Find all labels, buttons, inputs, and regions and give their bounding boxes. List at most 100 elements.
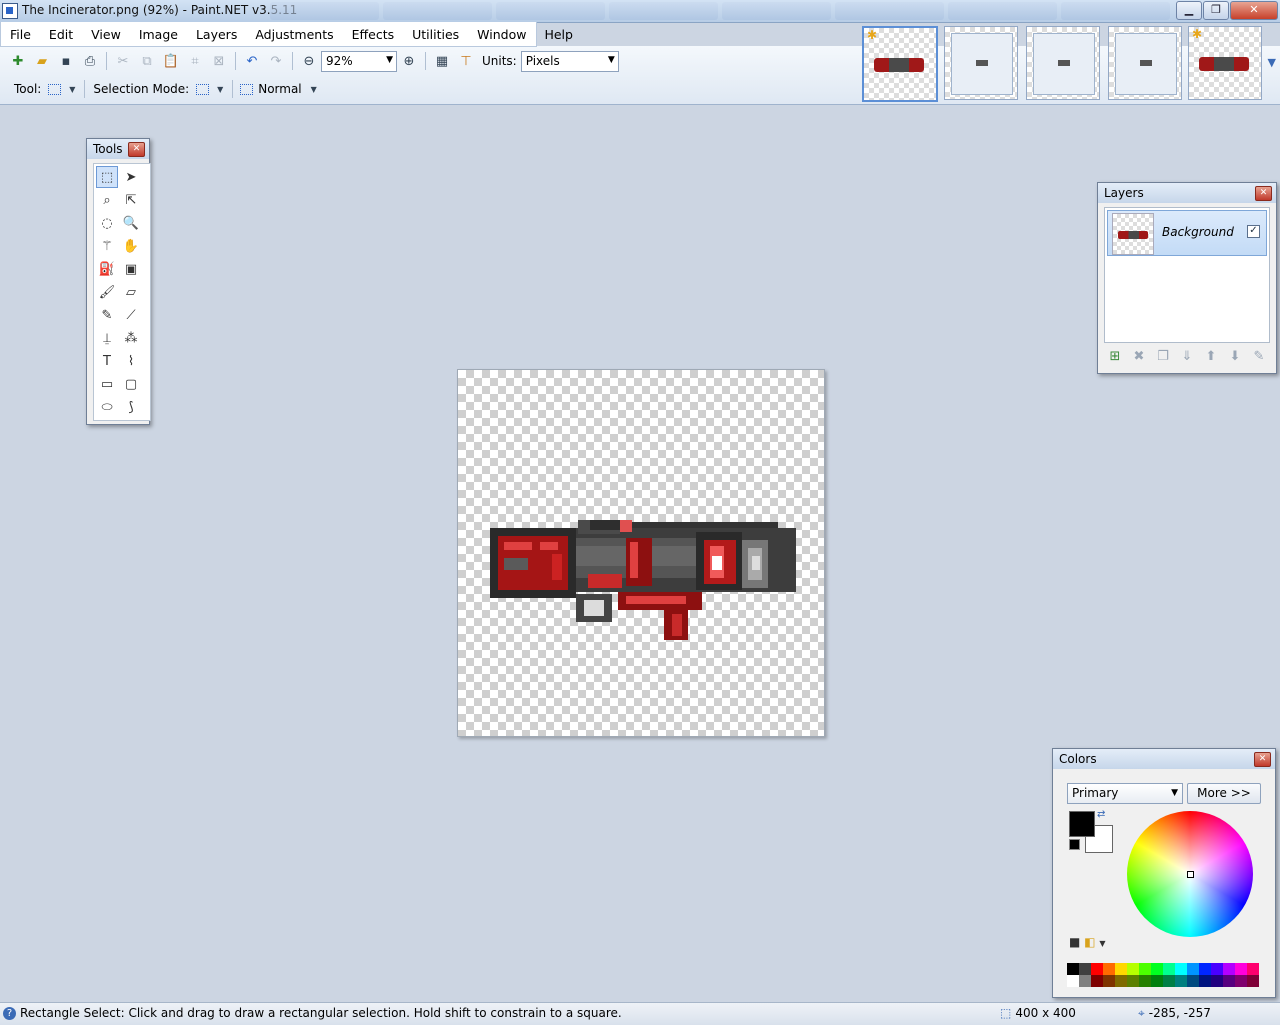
- color-mode-select[interactable]: Primary ▼: [1067, 783, 1183, 804]
- thumbnails-scroll-icon[interactable]: ▼: [1268, 56, 1276, 69]
- image-thumbnail[interactable]: ✱: [1188, 26, 1262, 100]
- move-selected-pixels-tool-icon[interactable]: ➤: [120, 166, 142, 188]
- clone-stamp-tool-icon[interactable]: ⍊: [96, 327, 118, 349]
- rectangle-tool-icon[interactable]: ▭: [96, 373, 118, 395]
- palette-swatch[interactable]: [1127, 975, 1139, 987]
- save-icon[interactable]: ▪: [56, 51, 76, 71]
- minimize-button[interactable]: ▁: [1176, 1, 1202, 20]
- palette-swatch[interactable]: [1103, 963, 1115, 975]
- lasso-select-tool-icon[interactable]: ⌕: [96, 189, 118, 211]
- palette-swatch[interactable]: [1223, 975, 1235, 987]
- palette-swatch[interactable]: [1151, 963, 1163, 975]
- pencil-tool-icon[interactable]: ✎: [96, 304, 118, 326]
- color-palette[interactable]: [1067, 963, 1259, 987]
- close-button[interactable]: ✕: [1230, 1, 1278, 20]
- undo-icon[interactable]: ↶: [242, 51, 262, 71]
- rectangle-select-tool-icon[interactable]: ⬚: [96, 166, 118, 188]
- zoom-in-icon[interactable]: ⊕: [399, 51, 419, 71]
- menu-effects[interactable]: Effects: [343, 27, 404, 42]
- swap-colors-icon[interactable]: ⇄: [1097, 809, 1105, 820]
- crop-to-selection-icon[interactable]: ⌗: [185, 51, 205, 71]
- selection-mode-icon[interactable]: [196, 83, 210, 95]
- move-selection-tool-icon[interactable]: ⇱: [120, 189, 142, 211]
- layer-visibility-checkbox[interactable]: ✓: [1247, 225, 1260, 238]
- add-layer-icon[interactable]: ⊞: [1106, 349, 1124, 367]
- new-image-icon[interactable]: ✚: [8, 51, 28, 71]
- magic-wand-tool-icon[interactable]: ⚚: [96, 235, 118, 257]
- line-curve-tool-icon[interactable]: ⌇: [120, 350, 142, 372]
- palette-swatch[interactable]: [1091, 975, 1103, 987]
- palette-swatch[interactable]: [1139, 975, 1151, 987]
- grid-icon[interactable]: ▦: [432, 51, 452, 71]
- maximize-button[interactable]: ❐: [1203, 1, 1229, 20]
- image-thumbnail[interactable]: [1108, 26, 1182, 100]
- palette-swatch[interactable]: [1115, 963, 1127, 975]
- recolor-tool-icon[interactable]: ⁂: [120, 327, 142, 349]
- rounded-rectangle-tool-icon[interactable]: ▢: [120, 373, 142, 395]
- palette-swatch[interactable]: [1175, 963, 1187, 975]
- cut-icon[interactable]: ✂: [113, 51, 133, 71]
- menu-window[interactable]: Window: [468, 27, 535, 42]
- menu-help[interactable]: Help: [535, 27, 582, 42]
- palette-swatch[interactable]: [1115, 975, 1127, 987]
- palette-swatch[interactable]: [1247, 975, 1259, 987]
- eraser-tool-icon[interactable]: ▱: [120, 281, 142, 303]
- tool-dropdown-icon[interactable]: ▼: [66, 79, 78, 99]
- move-layer-down-icon[interactable]: ⬇: [1226, 349, 1244, 367]
- add-to-palette-icon[interactable]: ■: [1069, 935, 1080, 949]
- move-layer-up-icon[interactable]: ⬆: [1202, 349, 1220, 367]
- colors-panel-title[interactable]: Colors: [1053, 749, 1275, 769]
- palette-swatch[interactable]: [1103, 975, 1115, 987]
- selection-mode-dropdown-icon[interactable]: ▼: [214, 79, 226, 99]
- pan-tool-icon[interactable]: ✋: [120, 235, 142, 257]
- layers-panel-close-button[interactable]: ✕: [1255, 186, 1272, 201]
- text-tool-icon[interactable]: T: [96, 350, 118, 372]
- primary-color-swatch[interactable]: [1069, 811, 1095, 837]
- palette-swatch[interactable]: [1235, 963, 1247, 975]
- copy-icon[interactable]: ⧉: [137, 51, 157, 71]
- image-thumbnail[interactable]: [1026, 26, 1100, 100]
- image-thumbnail-incinerator[interactable]: ✱: [862, 26, 938, 102]
- menu-image[interactable]: Image: [130, 27, 187, 42]
- paintnet-app-icon[interactable]: [2, 3, 18, 19]
- reset-colors-icon[interactable]: [1069, 839, 1080, 850]
- delete-layer-icon[interactable]: ✖: [1130, 349, 1148, 367]
- ellipse-tool-icon[interactable]: ⬭: [96, 396, 118, 418]
- ellipse-select-tool-icon[interactable]: ◌: [96, 212, 118, 234]
- tools-panel-close-button[interactable]: ✕: [128, 142, 145, 157]
- print-icon[interactable]: ⎙: [80, 51, 100, 71]
- layer-row-background[interactable]: Background ✓: [1107, 210, 1267, 256]
- image-thumbnail[interactable]: [944, 26, 1018, 100]
- zoom-combo[interactable]: 92% ▼: [321, 50, 397, 72]
- palette-swatch[interactable]: [1187, 963, 1199, 975]
- more-colors-button[interactable]: More >>: [1187, 783, 1261, 804]
- palette-swatch[interactable]: [1163, 963, 1175, 975]
- palette-swatch[interactable]: [1187, 975, 1199, 987]
- palette-dropdown-icon[interactable]: ▼: [1099, 939, 1105, 948]
- freeform-shape-tool-icon[interactable]: ⟆: [120, 396, 142, 418]
- blend-mode-dropdown-icon[interactable]: ▼: [308, 79, 320, 99]
- palette-swatch[interactable]: [1199, 975, 1211, 987]
- current-tool-icon[interactable]: [48, 83, 62, 95]
- color-picker-tool-icon[interactable]: ⟋: [120, 304, 142, 326]
- palette-swatch[interactable]: [1091, 963, 1103, 975]
- palette-swatch[interactable]: [1067, 975, 1079, 987]
- palette-swatch[interactable]: [1067, 963, 1079, 975]
- palette-swatch[interactable]: [1223, 963, 1235, 975]
- palette-swatch[interactable]: [1211, 963, 1223, 975]
- palette-swatch[interactable]: [1127, 963, 1139, 975]
- palette-swatch[interactable]: [1079, 975, 1091, 987]
- palette-swatch[interactable]: [1163, 975, 1175, 987]
- palette-swatch[interactable]: [1079, 963, 1091, 975]
- palette-swatch[interactable]: [1139, 963, 1151, 975]
- duplicate-layer-icon[interactable]: ❐: [1154, 349, 1172, 367]
- layers-panel-title[interactable]: Layers: [1098, 183, 1276, 203]
- menu-view[interactable]: View: [82, 27, 130, 42]
- zoom-tool-icon[interactable]: 🔍: [120, 212, 142, 234]
- menu-edit[interactable]: Edit: [40, 27, 82, 42]
- palette-swatch[interactable]: [1199, 963, 1211, 975]
- paintbrush-tool-icon[interactable]: 🖌: [96, 281, 118, 303]
- zoom-out-icon[interactable]: ⊖: [299, 51, 319, 71]
- palette-swatch[interactable]: [1235, 975, 1247, 987]
- image-canvas[interactable]: [457, 369, 825, 737]
